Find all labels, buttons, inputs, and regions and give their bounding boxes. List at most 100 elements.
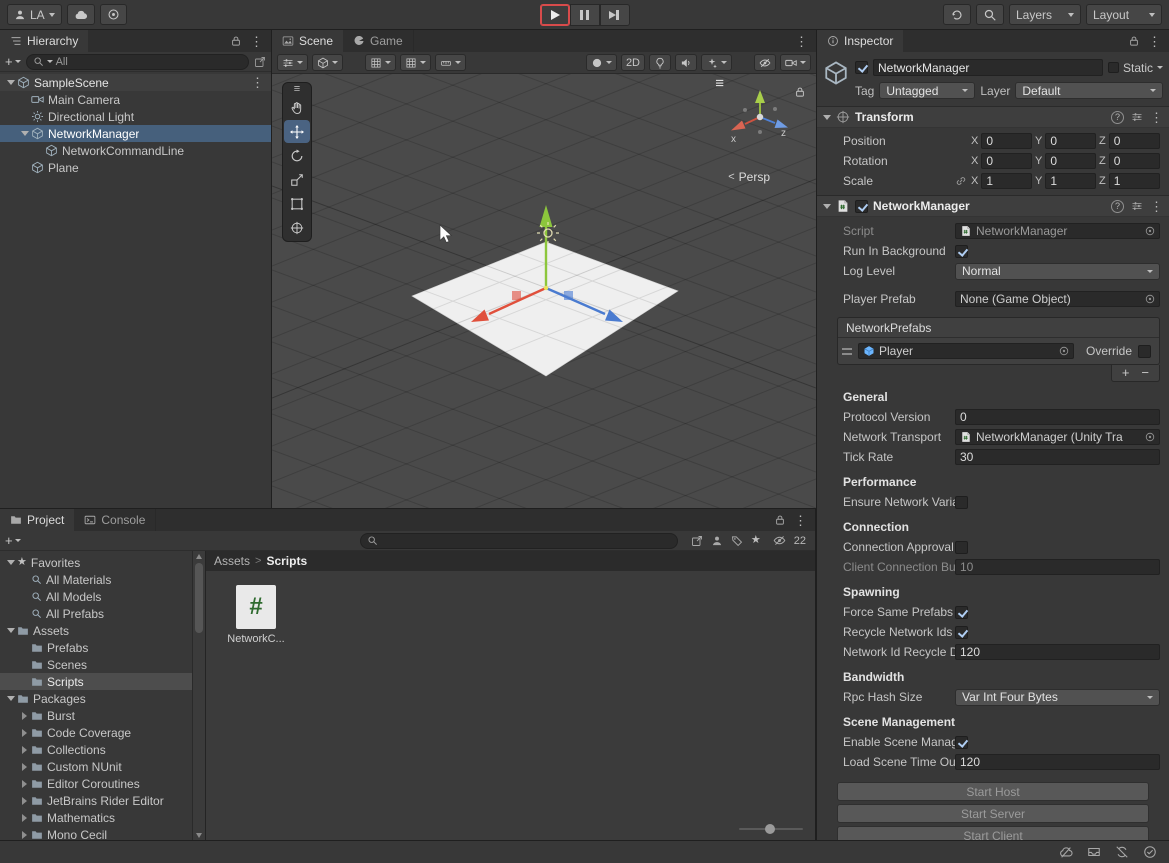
search-button[interactable] [976,4,1004,25]
audio-toggle[interactable] [675,54,697,71]
tab-project[interactable]: Project [0,509,74,531]
asset-store-search-icon[interactable] [711,535,723,547]
scale-z-field[interactable]: 1 [1109,173,1160,189]
lighting-toggle[interactable] [649,54,671,71]
kebab-menu-icon[interactable]: ⋮ [794,514,807,527]
breadcrumb-root[interactable]: Assets [214,554,250,568]
thumbnail-zoom-slider[interactable] [739,823,803,835]
scroll-up-icon[interactable] [196,554,202,559]
hierarchy-item-samplescene[interactable]: SampleScene ⋮ [0,74,271,91]
tab-hierarchy[interactable]: Hierarchy [0,30,88,52]
recycle-network-ids-checkbox[interactable] [955,626,968,639]
search-options-icon[interactable] [254,56,266,68]
connection-approval-checkbox[interactable] [955,541,968,554]
scene-viewport[interactable]: x z ≡ ≡ [272,74,816,508]
prefab-object-field[interactable]: Player [858,343,1074,359]
project-tree-scrollbar[interactable] [192,551,205,841]
package-item-collections[interactable]: Collections [0,741,192,758]
help-icon[interactable]: ? [1111,200,1124,213]
project-tree-assets[interactable]: Assets [0,622,192,639]
tick-rate-field[interactable]: 30 [955,449,1160,465]
constrain-proportions-link-icon[interactable] [955,175,967,187]
lock-icon[interactable] [774,514,786,526]
foldout-icon[interactable] [7,560,15,565]
step-button[interactable] [600,4,630,26]
version-control-button[interactable] [100,4,127,25]
snap-increment-dropdown[interactable] [435,54,466,71]
kebab-menu-icon[interactable]: ⋮ [250,35,263,48]
hierarchy-item-directional-light[interactable]: Directional Light [0,108,271,125]
camera-settings-dropdown[interactable] [780,54,811,71]
active-checkbox[interactable] [855,61,868,74]
tab-inspector[interactable]: Inspector [817,30,903,52]
background-tasks-icon[interactable] [1143,845,1157,859]
rect-tool-button[interactable] [284,192,310,215]
undo-history-button[interactable] [943,4,971,25]
list-header[interactable]: NetworkPrefabs [838,318,1159,338]
cloud-offline-icon[interactable] [1059,845,1073,859]
run-in-background-checkbox[interactable] [955,245,968,258]
object-picker-icon[interactable] [1058,345,1070,357]
ensure-network-variable-checkbox[interactable] [955,496,968,509]
kebab-menu-icon[interactable]: ⋮ [251,76,267,89]
asset-item-networkcommandline[interactable]: # NetworkC... [224,585,288,645]
client-connection-buffer-field[interactable]: 10 [955,559,1160,575]
load-scene-timeout-field[interactable]: 120 [955,754,1160,770]
package-item-mathematics[interactable]: Mathematics [0,809,192,826]
object-picker-icon[interactable] [1144,431,1156,443]
list-item[interactable]: Player Override [838,338,1159,364]
object-picker-icon[interactable] [1144,225,1156,237]
tool-settings-dropdown[interactable] [277,54,308,71]
kebab-menu-icon[interactable]: ⋮ [795,35,808,48]
rotation-x-field[interactable]: 0 [981,153,1032,169]
auto-refresh-disabled-icon[interactable] [1115,845,1129,859]
enable-scene-management-checkbox[interactable] [955,736,968,749]
foldout-icon[interactable] [22,780,27,788]
pause-button[interactable] [570,4,600,26]
cloud-services-button[interactable] [67,4,95,25]
help-icon[interactable]: ? [1111,111,1124,124]
snap-settings-dropdown[interactable] [400,54,431,71]
kebab-menu-icon[interactable]: ⋮ [1148,35,1161,48]
network-transport-object-field[interactable]: NetworkManager (Unity Tra [955,429,1160,445]
package-item-custom-nunit[interactable]: Custom NUnit [0,758,192,775]
foldout-icon[interactable] [22,814,27,822]
create-asset-button[interactable]: + [5,533,21,548]
foldout-icon[interactable] [823,204,831,209]
tag-dropdown[interactable]: Untagged [879,82,975,99]
foldout-icon[interactable] [7,628,15,633]
open-search-window-icon[interactable] [691,535,703,547]
start-client-button[interactable]: Start Client [837,826,1149,840]
scale-y-field[interactable]: 1 [1045,173,1096,189]
package-item-editor-coroutines[interactable]: Editor Coroutines [0,775,192,792]
hierarchy-item-plane[interactable]: Plane [0,159,271,176]
object-picker-icon[interactable] [1144,293,1156,305]
scene-visibility-toggle[interactable] [754,54,776,71]
assets-folder-prefabs[interactable]: Prefabs [0,639,192,656]
2d-toggle[interactable]: 2D [621,54,645,71]
project-tree-packages[interactable]: Packages [0,690,192,707]
favorites-item-all-prefabs[interactable]: All Prefabs [0,605,192,622]
layout-dropdown[interactable]: Layout [1086,4,1162,25]
protocol-version-field[interactable]: 0 [955,409,1160,425]
tab-game[interactable]: Game [343,30,414,52]
package-item-burst[interactable]: Burst [0,707,192,724]
view-tool-button[interactable] [284,96,310,119]
favorite-search-icon[interactable]: ★ [751,535,761,546]
slider-knob[interactable] [765,824,775,834]
tab-scene[interactable]: Scene [272,30,343,52]
start-host-button[interactable]: Start Host [837,782,1149,801]
overlay-menu-icon[interactable]: ≡ [715,76,724,91]
presets-icon[interactable] [1131,200,1143,212]
rotation-z-field[interactable]: 0 [1109,153,1160,169]
grid-visibility-dropdown[interactable] [365,54,396,71]
account-dropdown[interactable]: LA [7,4,62,25]
pivot-dropdown[interactable] [312,54,343,71]
hierarchy-search-input[interactable]: All [26,54,249,70]
rpc-hash-size-dropdown[interactable]: Var Int Four Bytes [955,689,1160,706]
package-item-code-coverage[interactable]: Code Coverage [0,724,192,741]
layers-dropdown[interactable]: Layers [1009,4,1081,25]
networkmanager-component-header[interactable]: NetworkManager ? ⋮ [817,195,1169,217]
inbox-icon[interactable] [1087,845,1101,859]
tab-console[interactable]: Console [74,509,156,531]
